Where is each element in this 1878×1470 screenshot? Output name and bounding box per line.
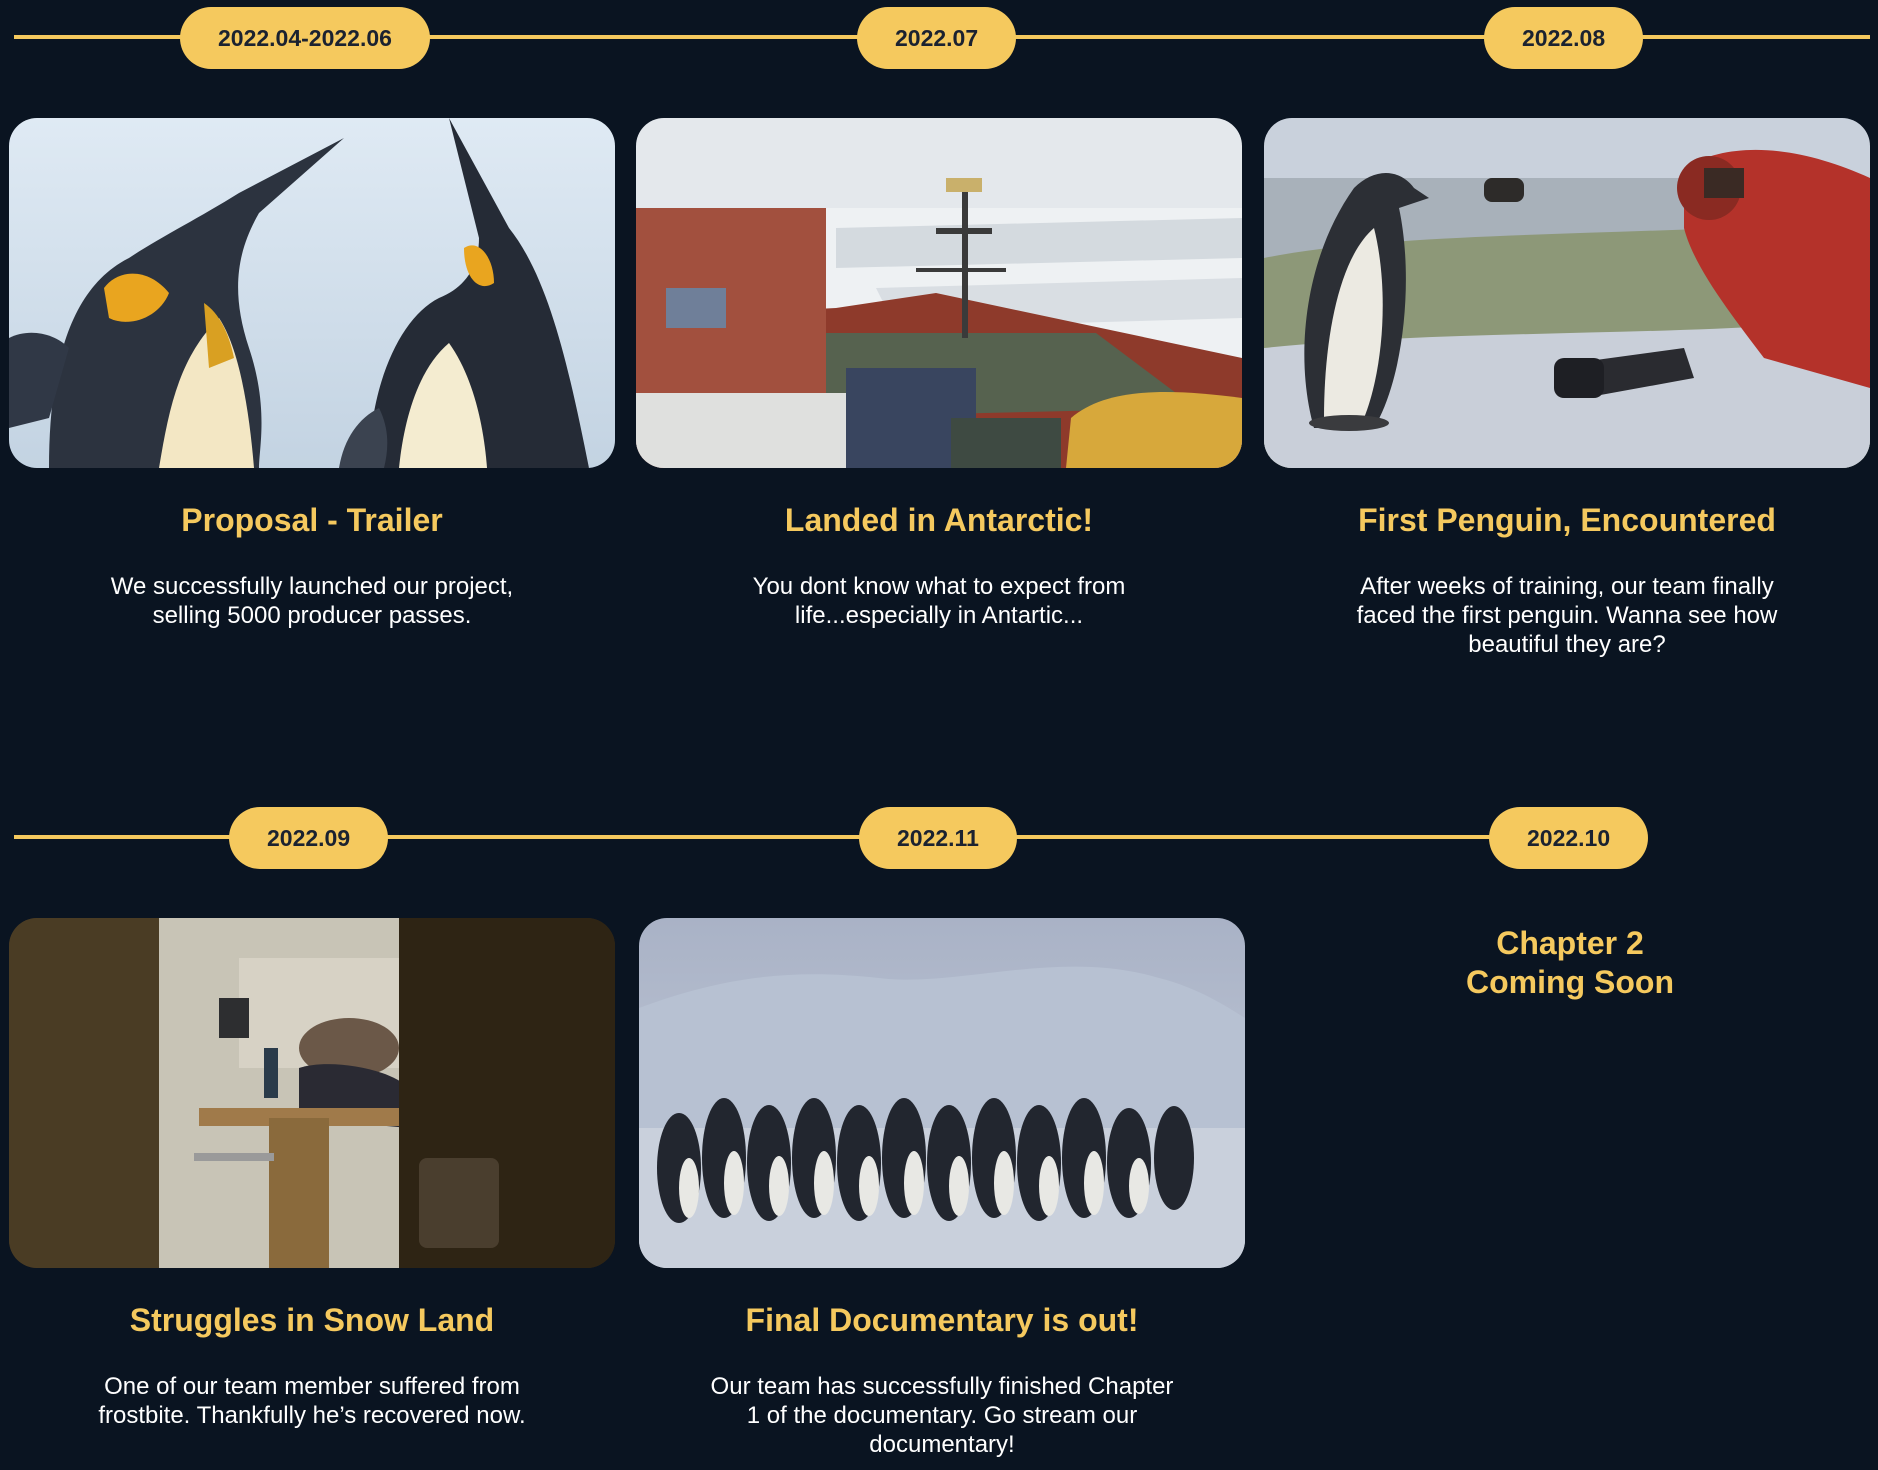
card-description: After weeks of training, our team finall…	[1356, 573, 1778, 658]
card-title: Proposal - Trailer	[181, 502, 443, 538]
date-pill-2022-04-06[interactable]: 2022.04-2022.06	[180, 7, 430, 69]
date-pill-2022-08[interactable]: 2022.08	[1484, 7, 1644, 69]
penguin-and-cameraman-photo[interactable]	[1264, 118, 1870, 468]
icebreaker-ship-photo[interactable]	[636, 118, 1242, 468]
king-penguins-photo[interactable]	[9, 118, 615, 468]
chapter-2-coming-soon: Chapter 2 Coming Soon	[1466, 925, 1674, 1000]
card-description: We successfully launched our project, se…	[110, 573, 514, 629]
emperor-penguin-huddle-photo[interactable]	[639, 918, 1245, 1268]
card-description: Our team has successfully finished Chapt…	[710, 1373, 1174, 1458]
card-description: One of our team member suffered from fro…	[98, 1373, 526, 1429]
date-pill-2022-10[interactable]: 2022.10	[1489, 807, 1649, 869]
card-title: Final Documentary is out!	[745, 1302, 1139, 1338]
card-title: Struggles in Snow Land	[129, 1302, 495, 1338]
date-pill-2022-11[interactable]: 2022.11	[859, 807, 1017, 869]
card-title: Landed in Antarctic!	[784, 502, 1094, 538]
date-pill-2022-09[interactable]: 2022.09	[229, 807, 389, 869]
team-member-resting-photo[interactable]	[9, 918, 615, 1268]
card-description: You dont know what to expect from life..…	[752, 573, 1126, 629]
card-title: First Penguin, Encountered	[1358, 502, 1776, 538]
date-pill-2022-07[interactable]: 2022.07	[857, 7, 1017, 69]
